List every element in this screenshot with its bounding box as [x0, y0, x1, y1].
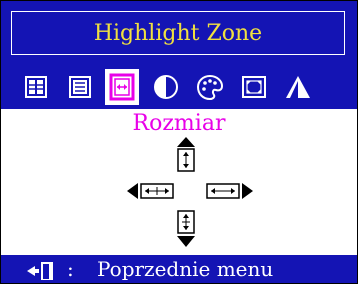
increase-width-button[interactable]	[205, 181, 253, 205]
decrease-width-button[interactable]	[127, 181, 175, 205]
arrow-up-icon	[177, 137, 195, 147]
window-title: Highlight Zone	[93, 20, 263, 46]
size-adjust-panel: Rozmiar	[1, 109, 357, 255]
document-list-icon[interactable]	[63, 69, 97, 105]
size-adjust-icon[interactable]	[105, 69, 139, 105]
menu-icon-bar	[19, 69, 345, 107]
osd-window: Highlight Zone Rozmiar: Poprzednie menu	[0, 0, 358, 284]
footer-separator: :	[67, 257, 74, 281]
arrow-left-icon	[127, 183, 138, 199]
arrow-right-icon	[242, 183, 253, 199]
sharpness-triangle-icon[interactable]	[281, 69, 315, 105]
increase-height-button[interactable]	[175, 137, 197, 177]
arrow-down-icon	[177, 236, 195, 247]
previous-menu-label[interactable]: Poprzednie menu	[97, 257, 273, 281]
color-palette-icon[interactable]	[193, 69, 227, 105]
exit-door-icon[interactable]	[27, 261, 57, 283]
panel-title: Rozmiar	[132, 111, 226, 136]
title-bar: Highlight Zone	[11, 11, 345, 55]
expand-screen-icon[interactable]	[237, 69, 271, 105]
display-grid-icon[interactable]	[19, 69, 53, 105]
footer-bar: : Poprzednie menu	[1, 257, 357, 283]
decrease-height-button[interactable]	[175, 209, 197, 251]
contrast-icon[interactable]	[149, 69, 183, 105]
